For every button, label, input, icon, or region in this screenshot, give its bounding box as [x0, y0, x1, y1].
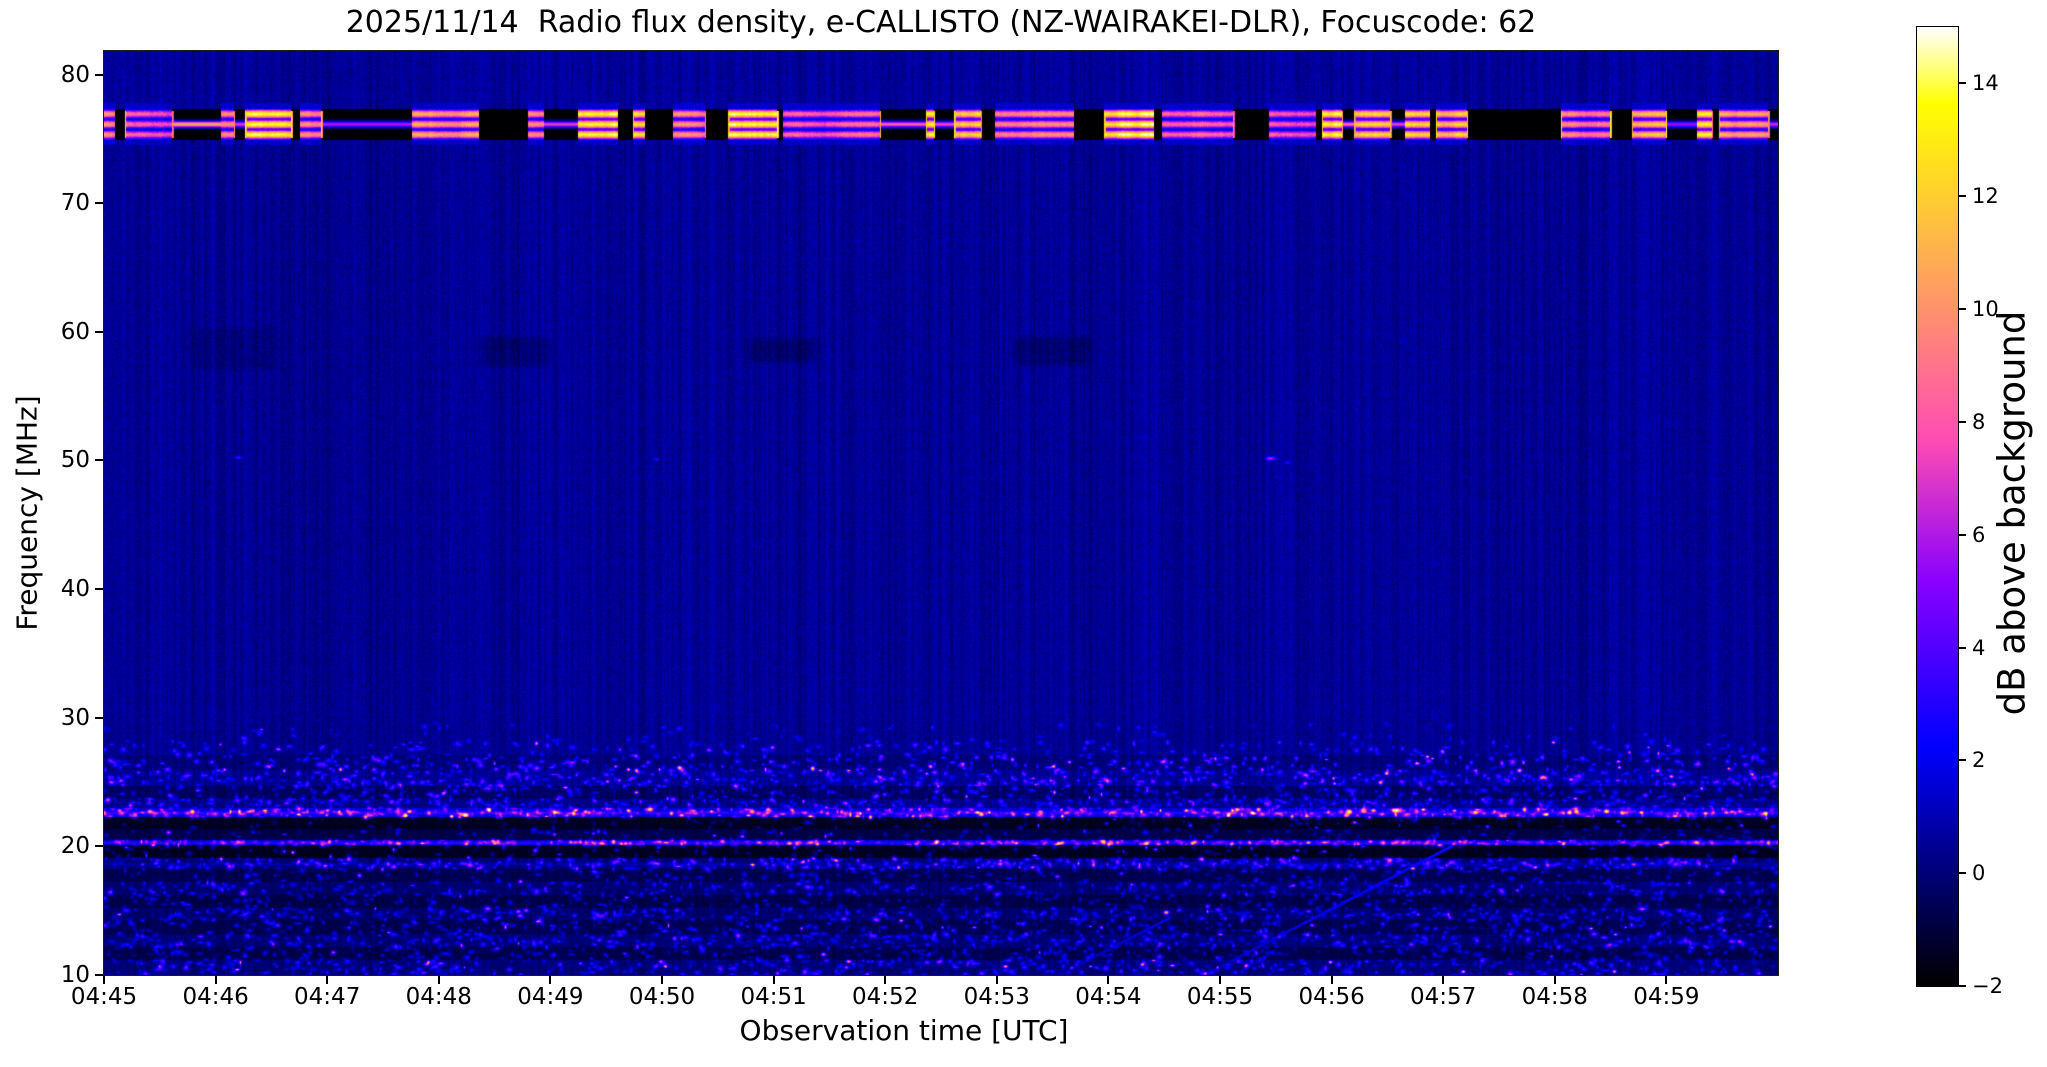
x-tick-mark	[1107, 976, 1110, 984]
colorbar-tick-mark	[1959, 646, 1966, 649]
y-tick-label: 40	[60, 576, 90, 603]
colorbar-tick-label: 8	[1972, 409, 1986, 434]
x-tick-label: 04:57	[1410, 984, 1477, 1010]
colorbar-tick-label: 0	[1972, 861, 1986, 886]
colorbar-tick-mark	[1959, 420, 1966, 423]
y-tick-mark	[95, 974, 103, 976]
x-tick-mark	[995, 976, 998, 984]
figure: 2025/11/14 Radio flux density, e-CALLIST…	[0, 0, 2047, 1067]
chart-title: 2025/11/14 Radio flux density, e-CALLIST…	[345, 5, 1537, 40]
y-tick-mark	[95, 459, 103, 462]
x-tick-label: 04:52	[852, 984, 919, 1010]
colorbar-tick-label: 2	[1972, 748, 1986, 773]
y-tick-label: 60	[60, 318, 90, 345]
x-tick-label: 04:48	[405, 984, 472, 1010]
x-tick-mark	[1219, 976, 1221, 984]
colorbar-tick-mark	[1959, 82, 1966, 85]
x-tick-label: 04:56	[1298, 984, 1365, 1010]
colorbar-tick-mark	[1959, 195, 1966, 198]
colorbar-tick-mark	[1959, 308, 1966, 311]
y-tick-label: 30	[60, 704, 90, 731]
x-tick-mark	[1330, 976, 1333, 984]
y-tick-mark	[95, 202, 103, 205]
y-tick-label: 80	[60, 61, 90, 88]
x-tick-label: 04:46	[182, 984, 249, 1010]
x-tick-label: 04:58	[1521, 984, 1588, 1010]
x-tick-label: 04:47	[294, 984, 361, 1010]
x-tick-mark	[661, 976, 663, 984]
x-tick-label: 04:53	[963, 984, 1030, 1010]
colorbar-tick-label: 10	[1972, 297, 1999, 322]
colorbar-tick-mark	[1959, 985, 1966, 987]
y-tick-mark	[95, 330, 103, 333]
spectrogram-canvas	[104, 51, 1778, 975]
colorbar-tick-label: 6	[1972, 522, 1986, 547]
y-tick-mark	[95, 73, 103, 76]
x-tick-mark	[214, 976, 217, 984]
y-tick-mark	[95, 588, 103, 591]
x-tick-mark	[1665, 976, 1668, 984]
x-tick-label: 04:51	[740, 984, 807, 1010]
x-tick-mark	[549, 976, 552, 984]
x-tick-mark	[437, 976, 440, 984]
colorbar-tick-mark	[1959, 759, 1966, 762]
x-axis-label: Observation time [UTC]	[739, 1014, 1069, 1047]
y-tick-label: 10	[60, 962, 90, 988]
x-tick-mark	[1553, 976, 1556, 984]
colorbar-tick-label: 4	[1972, 635, 1986, 660]
colorbar-label: dB above background	[1990, 310, 2034, 716]
colorbar-tick-label: 12	[1972, 184, 1999, 209]
x-tick-label: 04:55	[1186, 984, 1254, 1010]
y-tick-label: 70	[60, 190, 90, 217]
x-tick-mark	[326, 976, 329, 984]
colorbar-tick-label: 14	[1972, 71, 1999, 96]
y-axis-label: Frequency [MHz]	[10, 395, 44, 631]
x-tick-mark	[1442, 976, 1445, 984]
colorbar-tick-mark	[1959, 872, 1966, 875]
colorbar	[1916, 26, 1959, 987]
y-tick-label: 20	[60, 833, 90, 860]
x-tick-mark	[772, 976, 775, 984]
x-tick-label: 04:54	[1075, 984, 1142, 1010]
y-tick-mark	[95, 716, 103, 719]
y-tick-label: 50	[60, 447, 90, 474]
colorbar-tick-label: −2	[1972, 974, 2003, 998]
x-tick-label: 04:59	[1633, 984, 1700, 1010]
x-tick-mark	[103, 976, 105, 984]
y-tick-mark	[95, 845, 103, 848]
x-tick-label: 04:49	[517, 984, 584, 1010]
x-tick-mark	[884, 976, 887, 984]
spectrogram-plot	[103, 50, 1779, 976]
colorbar-tick-mark	[1959, 533, 1966, 536]
colorbar-gradient	[1917, 27, 1958, 986]
x-tick-label: 04:50	[628, 984, 696, 1010]
